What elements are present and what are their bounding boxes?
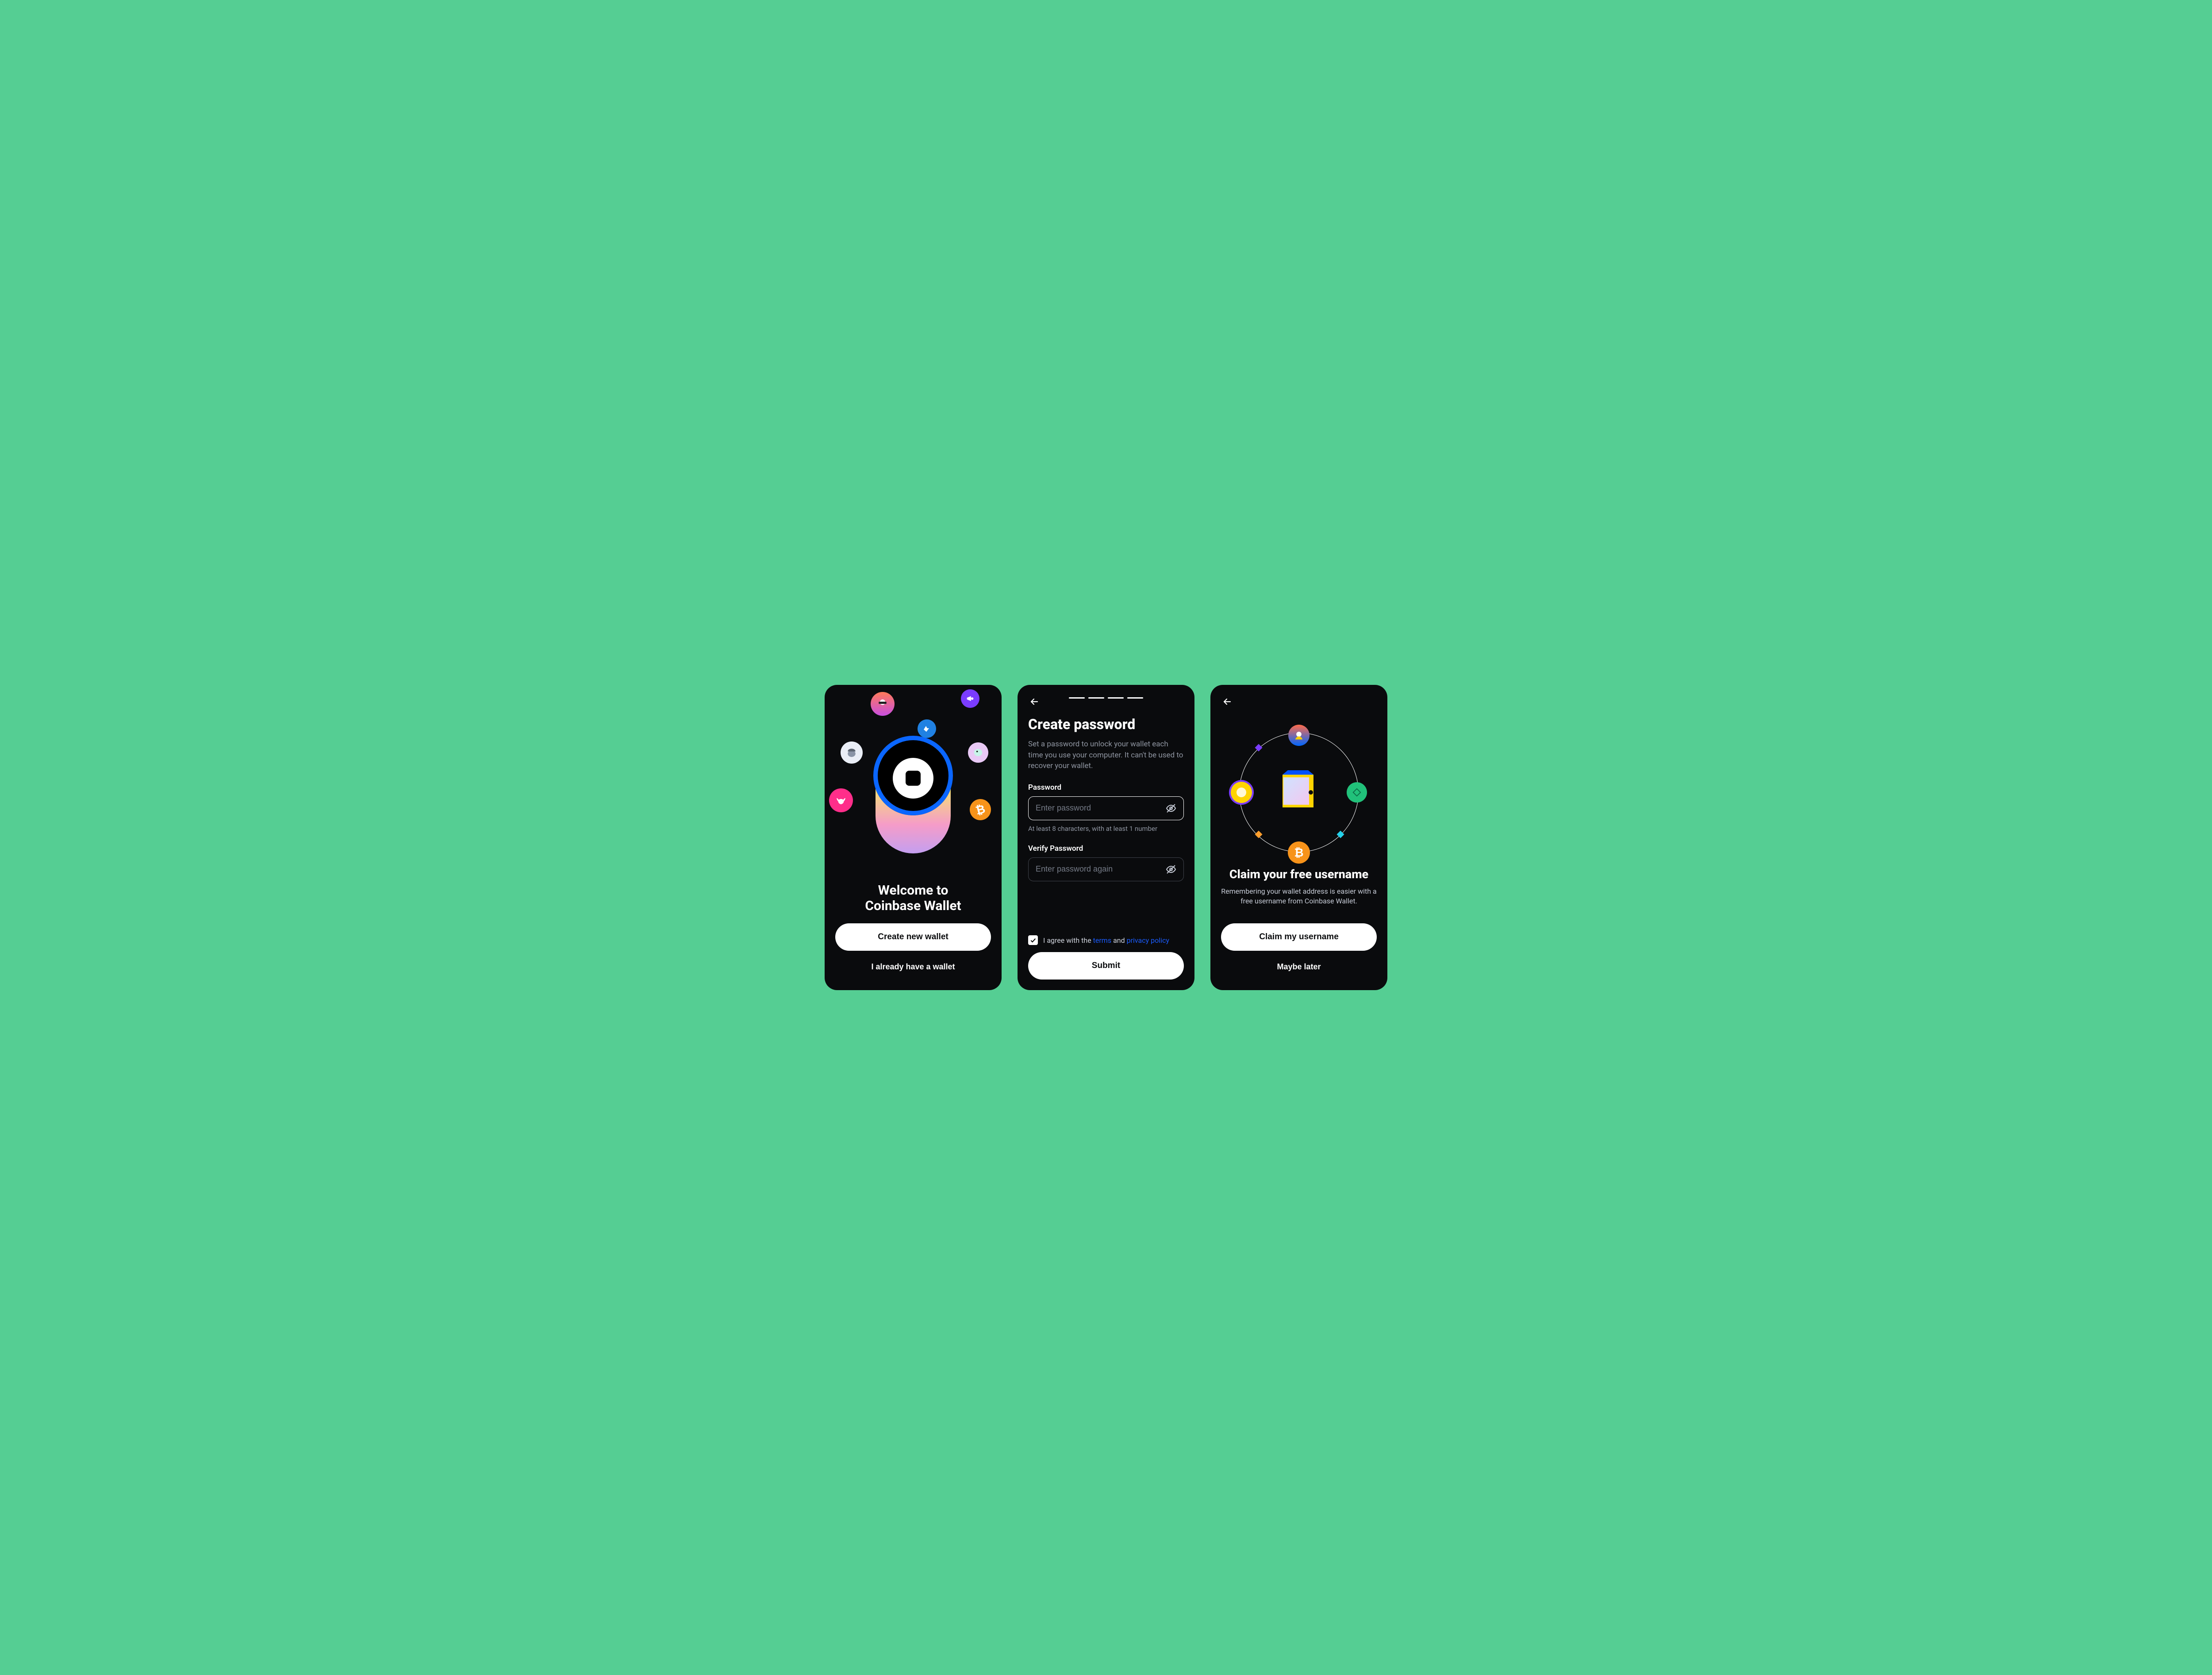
wallet-icon [1275, 770, 1323, 814]
avatar-nft-icon [1288, 725, 1310, 746]
privacy-link[interactable]: privacy policy [1127, 936, 1169, 945]
verify-password-input[interactable] [1036, 864, 1166, 874]
bull-pink-icon [829, 788, 853, 812]
coinbase-logo [893, 758, 933, 799]
password-label: Password [1028, 783, 1184, 792]
avatar-sunglasses-icon [871, 692, 895, 716]
screen-welcome: ₿ Welcome to Coinbase Wallet Create new … [825, 685, 1002, 990]
ape-cap-icon [841, 741, 863, 764]
welcome-title-line1: Welcome to [878, 883, 949, 898]
bitcoin-orange-icon: ₿ [1288, 841, 1310, 864]
claim-username-button[interactable]: Claim my username [1221, 923, 1377, 951]
consent-checkbox[interactable] [1028, 935, 1038, 945]
page-description: Remembering your wallet address is easie… [1221, 887, 1377, 907]
progress-indicator [1069, 697, 1143, 699]
submit-button[interactable]: Submit [1028, 952, 1184, 980]
password-hint: At least 8 characters, with at least 1 n… [1028, 825, 1184, 833]
welcome-title-line2: Coinbase Wallet [865, 898, 961, 914]
diamond-green-icon [1347, 782, 1367, 803]
nft-bird-icon [968, 742, 988, 763]
page-description: Set a password to unlock your wallet eac… [1028, 739, 1184, 772]
terms-link[interactable]: terms [1093, 936, 1111, 945]
toggle-visibility-icon[interactable] [1166, 864, 1176, 875]
screen-create-password: Create password Set a password to unlock… [1018, 685, 1194, 990]
password-input[interactable] [1036, 803, 1166, 813]
already-have-wallet-button[interactable]: I already have a wallet [835, 954, 991, 980]
bitcoin-orange-icon: ₿ [968, 797, 994, 823]
username-illustration: ₿ [1221, 719, 1377, 865]
toggle-visibility-icon[interactable] [1166, 803, 1176, 814]
verify-password-field[interactable] [1028, 857, 1184, 881]
back-arrow-icon[interactable] [1028, 695, 1041, 708]
verify-password-label: Verify Password [1028, 844, 1184, 853]
create-new-wallet-button[interactable]: Create new wallet [835, 923, 991, 951]
page-title: Claim your free username [1221, 867, 1377, 881]
consent-prefix: I agree with the [1043, 936, 1093, 945]
welcome-illustration: ₿ [825, 685, 1002, 883]
password-field[interactable] [1028, 796, 1184, 820]
welcome-title: Welcome to Coinbase Wallet [835, 883, 991, 914]
coin-yellow-icon [1231, 782, 1252, 803]
back-arrow-icon[interactable] [1221, 695, 1233, 708]
consent-row: I agree with the terms and privacy polic… [1028, 935, 1184, 945]
consent-mid: and [1111, 936, 1127, 945]
screen-claim-username: ₿ Claim your free username Remembering y… [1210, 685, 1387, 990]
opensea-icon [918, 719, 936, 738]
megaphone-purple-icon [961, 689, 979, 708]
maybe-later-button[interactable]: Maybe later [1221, 954, 1377, 980]
page-title: Create password [1028, 716, 1184, 733]
